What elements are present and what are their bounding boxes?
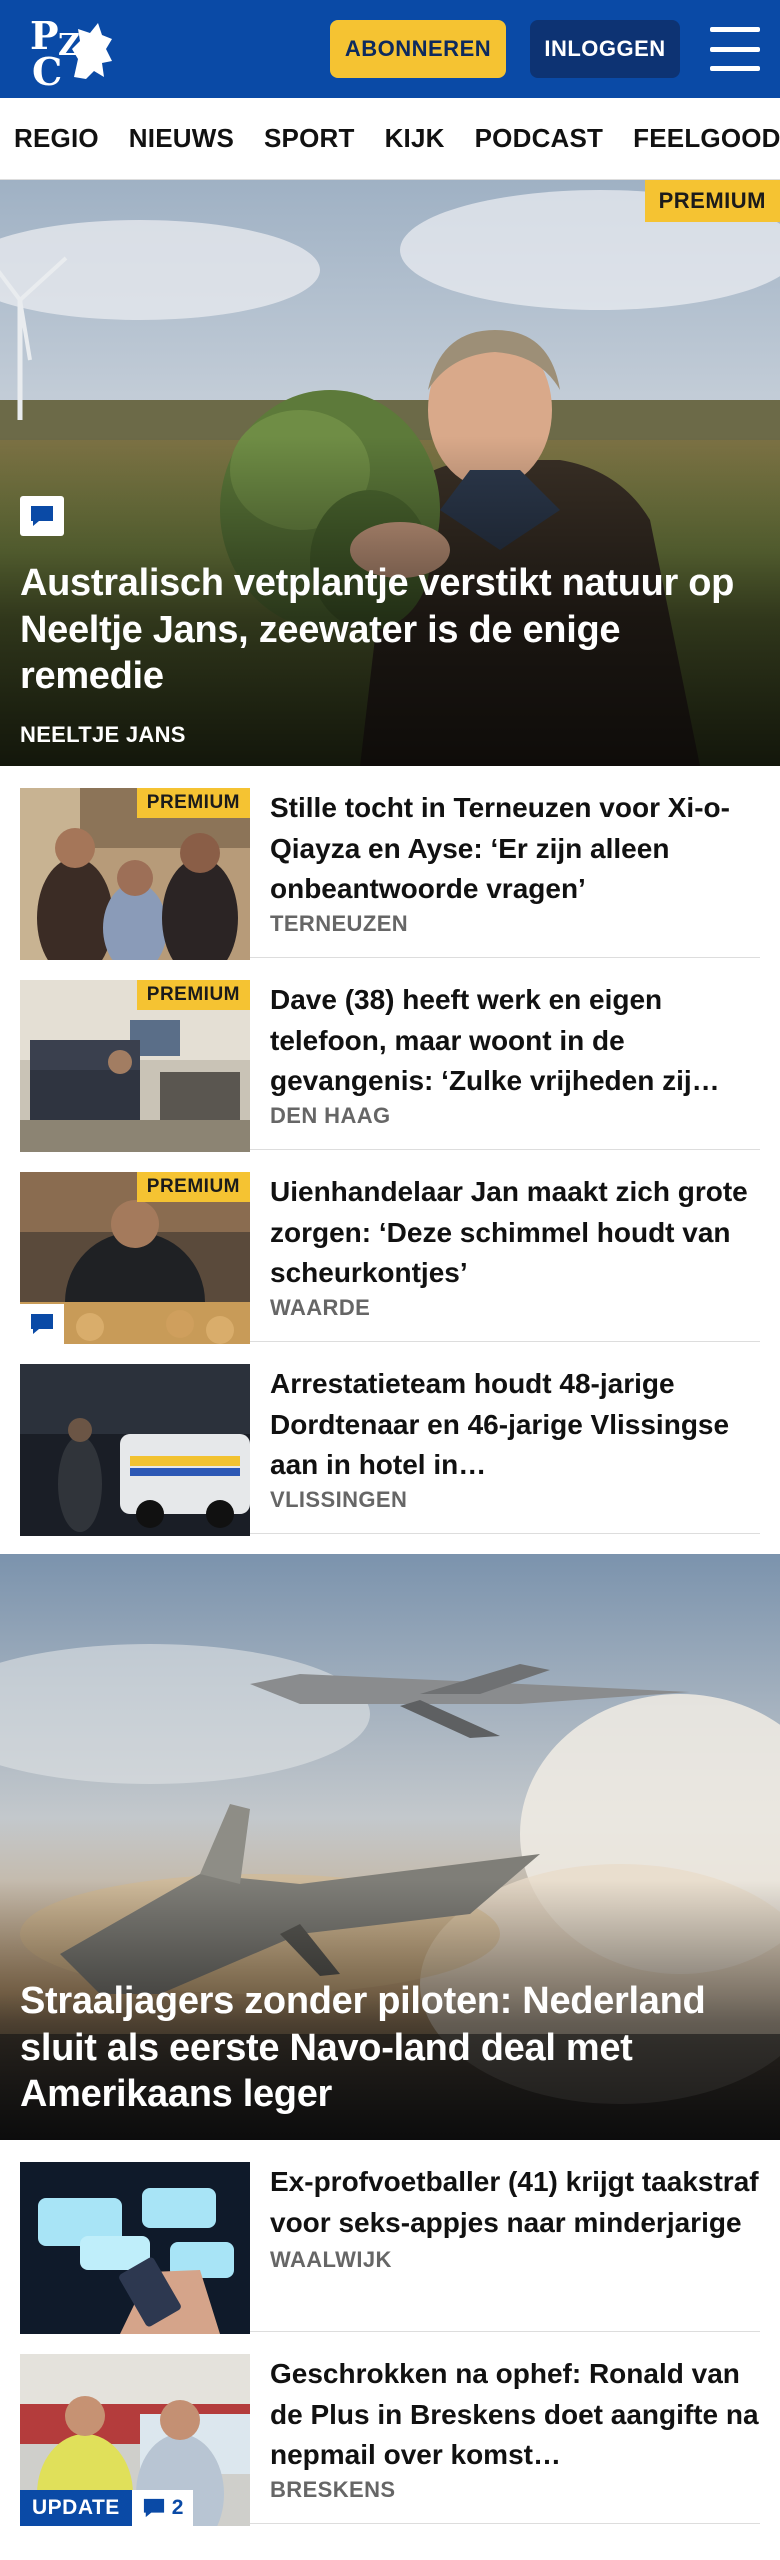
featured-title[interactable]: Straaljagers zonder piloten: Nederland s… [20,1978,760,2118]
site-logo[interactable]: P Z C [20,9,116,94]
list-item[interactable]: UPDATE 2 Geschrokken na ophef: Ronald va… [20,2332,760,2526]
article-title[interactable]: Dave (38) heeft werk en eigen telefoon, … [270,980,760,1099]
featured-article[interactable]: Straaljagers zonder piloten: Nederland s… [0,1554,780,2140]
update-label: UPDATE [20,2490,132,2526]
premium-badge: PREMIUM [136,980,250,1010]
logo-letter-c: C [32,49,63,94]
comment-icon [20,1304,64,1344]
list-item[interactable]: PREMIUM Stille tocht in Terneuzen voor X… [20,766,760,960]
list-item[interactable]: PREMIUM Dave (38) heeft werk en eigen te… [20,958,760,1152]
nav-item-nieuws[interactable]: NIEUWS [129,123,234,154]
article-location: VLISSINGEN [270,1487,408,1512]
premium-badge: PREMIUM [136,788,250,818]
article-location: BRESKENS [270,2477,396,2502]
article-location: TERNEUZEN [270,911,409,936]
premium-badge: PREMIUM [644,180,780,222]
article-location: DEN HAAG [270,1103,391,1128]
article-thumbnail: PREMIUM [20,980,250,1152]
article-title[interactable]: Geschrokken na ophef: Ronald van de Plus… [270,2354,760,2473]
hero-title[interactable]: Australisch vetplantje verstikt natuur o… [20,560,760,700]
nav-item-podcast[interactable]: PODCAST [475,123,604,154]
article-list: PREMIUM Stille tocht in Terneuzen voor X… [0,766,780,1536]
comment-icon [143,2498,164,2518]
update-badge: UPDATE 2 [20,2490,194,2526]
hamburger-menu-icon[interactable] [710,27,760,71]
subscribe-button[interactable]: ABONNEREN [330,20,506,78]
article-title[interactable]: Uienhandelaar Jan maakt zich grote zorge… [270,1172,760,1291]
hero-article[interactable]: PREMIUM Australisch vetplantje verstikt … [0,180,780,766]
top-bar: P Z C ABONNEREN INLOGGEN [0,0,780,98]
comment-icon [20,496,64,536]
article-thumbnail [20,1364,250,1536]
article-thumbnail: UPDATE 2 [20,2354,250,2526]
article-location: WAARDE [270,1295,371,1320]
list-item[interactable]: PREMIUM Uienhandelaar Jan maakt zich gro… [20,1150,760,1344]
article-title[interactable]: Stille tocht in Terneuzen voor Xi-o-Qiay… [270,788,760,907]
article-thumbnail: PREMIUM [20,788,250,960]
lion-emblem-icon [72,23,112,79]
comment-count-value: 2 [171,2496,184,2519]
article-thumbnail [20,2162,250,2334]
nav-item-regio[interactable]: REGIO [14,123,99,154]
nav-item-feelgood[interactable]: FEELGOOD [633,123,780,154]
nav-item-sport[interactable]: SPORT [264,123,355,154]
section-nav: REGIO NIEUWS SPORT KIJK PODCAST FEELGOOD… [0,98,780,180]
hero-location: NEELTJE JANS [20,722,186,747]
nav-item-kijk[interactable]: KIJK [385,123,445,154]
article-list-2: Ex-profvoetballer (41) krijgt taakstraf … [0,2140,780,2526]
article-location: WAALWIJK [270,2247,392,2273]
premium-badge: PREMIUM [136,1172,250,1202]
article-thumbnail: PREMIUM [20,1172,250,1344]
list-item[interactable]: Ex-profvoetballer (41) krijgt taakstraf … [20,2140,760,2334]
login-button[interactable]: INLOGGEN [530,20,680,78]
comment-count: 2 [131,2490,194,2526]
list-item[interactable]: Arrestatieteam houdt 48-jarige Dordtenaa… [20,1342,760,1536]
article-title[interactable]: Arrestatieteam houdt 48-jarige Dordtenaa… [270,1364,760,1483]
article-title[interactable]: Ex-profvoetballer (41) krijgt taakstraf … [270,2162,760,2243]
